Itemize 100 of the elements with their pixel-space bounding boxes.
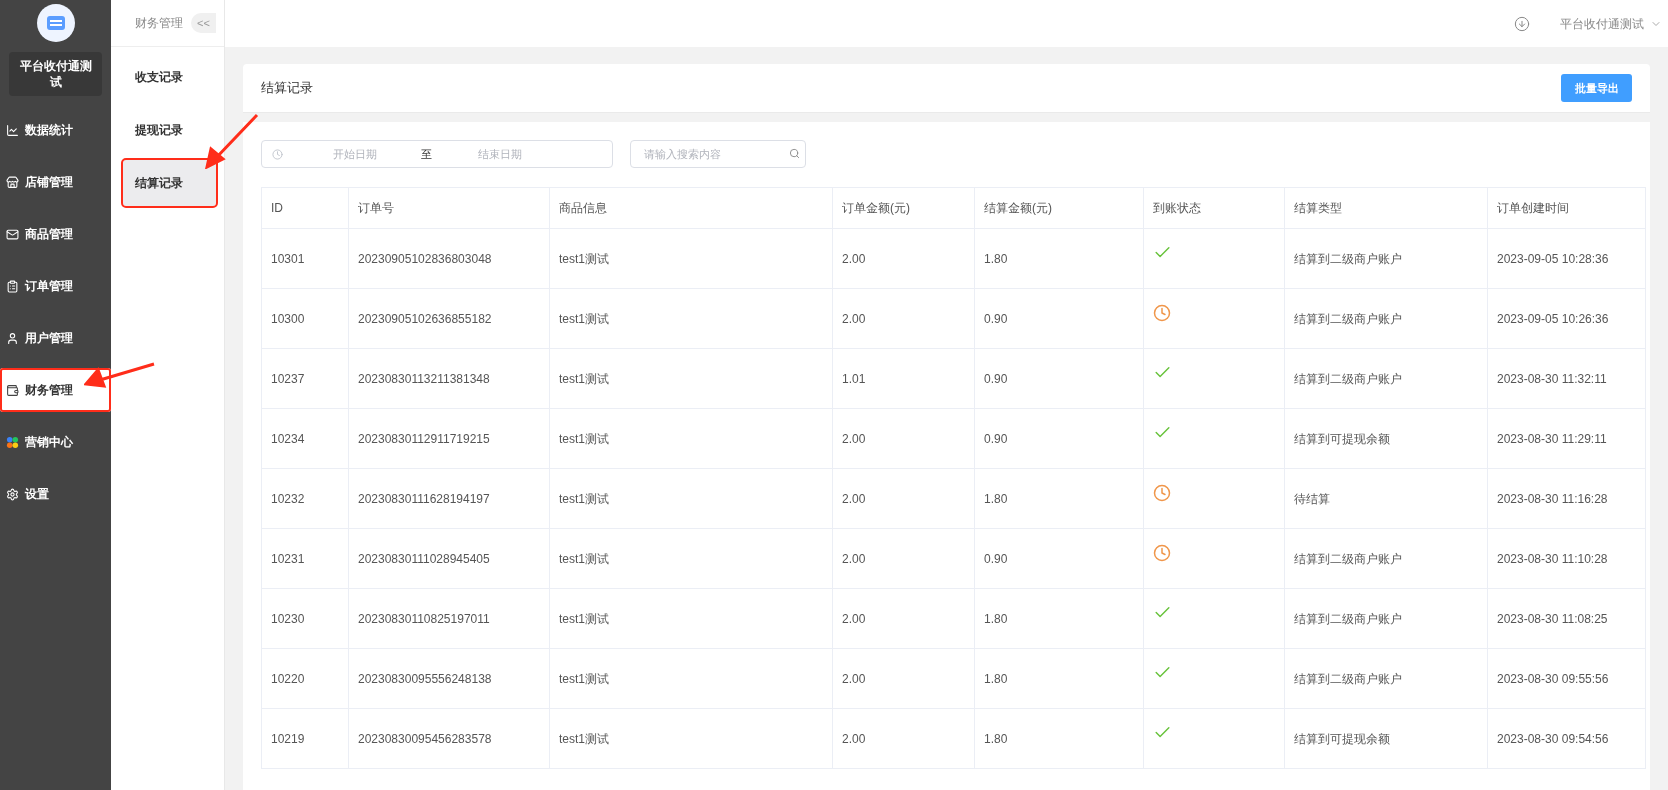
table-cell: 1.80	[974, 588, 1144, 649]
table-cell: 1.01	[832, 348, 975, 409]
table-cell: 1.80	[974, 228, 1144, 289]
table-cell: 0.90	[974, 408, 1144, 469]
account-menu[interactable]: 平台收付通测试	[1560, 14, 1662, 33]
table-cell: 2023-08-30 11:08:25	[1487, 588, 1646, 649]
sidebar-item[interactable]: 订单管理	[0, 264, 111, 308]
envelope-icon	[6, 227, 19, 241]
brand-name: 平台收付通测试	[9, 52, 102, 96]
table-cell: 10300	[261, 288, 349, 349]
submenu-item[interactable]: 结算记录	[123, 160, 216, 206]
table-cell: 结算到可提现余额	[1284, 408, 1488, 469]
range-separator: 至	[421, 146, 432, 162]
table-cell: 2023-08-30 11:32:11	[1487, 348, 1646, 409]
column-header: 结算金额(元)	[974, 187, 1144, 229]
table-cell: 2.00	[832, 708, 975, 769]
table-cell: 10232	[261, 468, 349, 529]
table-cell: 待结算	[1284, 468, 1488, 529]
table-cell: 2023-08-30 09:55:56	[1487, 648, 1646, 709]
table-cell: 1.80	[974, 708, 1144, 769]
table-cell: 10231	[261, 528, 349, 589]
start-date-placeholder: 开始日期	[333, 146, 377, 162]
download-icon[interactable]	[1514, 15, 1530, 32]
column-header: 到账状态	[1143, 187, 1285, 229]
table-cell: 20230830113211381348	[348, 348, 550, 409]
table-cell: 20230830095456283578	[348, 708, 550, 769]
table-cell: test1测试	[549, 648, 833, 709]
sidebar-item[interactable]: 设置	[0, 472, 111, 516]
table-cell: 1.80	[974, 648, 1144, 709]
sidebar-item[interactable]: 财务管理	[0, 368, 111, 412]
table-cell: 2023-08-30 11:16:28	[1487, 468, 1646, 529]
table-cell: 2023-08-30 11:10:28	[1487, 528, 1646, 589]
column-header: 商品信息	[549, 187, 833, 229]
search-icon	[789, 148, 800, 159]
table-cell: 2.00	[832, 588, 975, 649]
table-cell: 1.80	[974, 468, 1144, 529]
table-cell: 20230830112911719215	[348, 408, 550, 469]
table-cell: 10301	[261, 228, 349, 289]
table-cell: 2.00	[832, 288, 975, 349]
table-cell: 10234	[261, 408, 349, 469]
logo-icon	[36, 4, 75, 42]
column-header: 结算类型	[1284, 187, 1488, 229]
colorful-petals-icon	[6, 435, 19, 449]
clock-icon	[272, 148, 283, 160]
search-field[interactable]: 请输入搜索内容	[630, 140, 806, 168]
sidebar-item[interactable]: 营销中心	[0, 420, 111, 464]
table-cell: 结算到二级商户账户	[1284, 648, 1488, 709]
table-cell: 2.00	[832, 528, 975, 589]
table-cell: 20230905102636855182	[348, 288, 550, 349]
column-header: 订单创建时间	[1487, 187, 1646, 229]
wallet-icon	[6, 383, 19, 397]
table-cell: 结算到二级商户账户	[1284, 228, 1488, 289]
end-date-placeholder: 结束日期	[478, 146, 522, 162]
table-cell: 10230	[261, 588, 349, 649]
table-cell: 20230830095556248138	[348, 648, 550, 709]
column-header: ID	[261, 187, 349, 229]
submenu-item[interactable]: 提现记录	[123, 107, 216, 153]
table-cell: 结算到二级商户账户	[1284, 288, 1488, 349]
table-cell: 20230905102836803048	[348, 228, 550, 289]
table-cell: 2023-09-05 10:28:36	[1487, 228, 1646, 289]
table-cell: test1测试	[549, 408, 833, 469]
table-cell: 20230830111028945405	[348, 528, 550, 589]
table-cell: 2.00	[832, 228, 975, 289]
submenu-item[interactable]: 收支记录	[123, 54, 216, 100]
table-cell: 2.00	[832, 648, 975, 709]
table-cell: 结算到二级商户账户	[1284, 528, 1488, 589]
user-icon	[6, 331, 19, 345]
table-cell: 结算到可提现余额	[1284, 708, 1488, 769]
table-cell: 10219	[261, 708, 349, 769]
table-cell: 结算到二级商户账户	[1284, 348, 1488, 409]
table-cell: 2023-09-05 10:26:36	[1487, 288, 1646, 349]
table-cell: 20230830111628194197	[348, 468, 550, 529]
table-cell: 0.90	[974, 288, 1144, 349]
sidebar-item[interactable]: 数据统计	[0, 108, 111, 152]
column-header: 订单号	[348, 187, 550, 229]
column-header: 订单金额(元)	[832, 187, 975, 229]
submenu-title: 财务管理	[135, 15, 183, 32]
store-icon	[6, 175, 19, 189]
table-cell: 0.90	[974, 528, 1144, 589]
line-chart-icon	[6, 123, 19, 137]
annotation-arrow	[84, 360, 156, 388]
table-cell: test1测试	[549, 468, 833, 529]
table-cell: 结算到二级商户账户	[1284, 588, 1488, 649]
table-cell: test1测试	[549, 348, 833, 409]
clipboard-icon	[6, 279, 19, 293]
table-cell: test1测试	[549, 228, 833, 289]
sidebar-item[interactable]: 商品管理	[0, 212, 111, 256]
settings-icon	[6, 487, 19, 501]
table-cell: 0.90	[974, 348, 1144, 409]
table-cell: 2.00	[832, 468, 975, 529]
table-cell: 10237	[261, 348, 349, 409]
annotation-arrow	[205, 113, 259, 169]
table-cell: 10220	[261, 648, 349, 709]
table-cell: 2023-08-30 09:54:56	[1487, 708, 1646, 769]
table-cell: test1测试	[549, 588, 833, 649]
sidebar-item[interactable]: 用户管理	[0, 316, 111, 360]
table-cell: 2.00	[832, 408, 975, 469]
sidebar-item[interactable]: 店铺管理	[0, 160, 111, 204]
table-cell: test1测试	[549, 288, 833, 349]
date-range-field[interactable]: 开始日期 至 结束日期	[261, 140, 613, 168]
